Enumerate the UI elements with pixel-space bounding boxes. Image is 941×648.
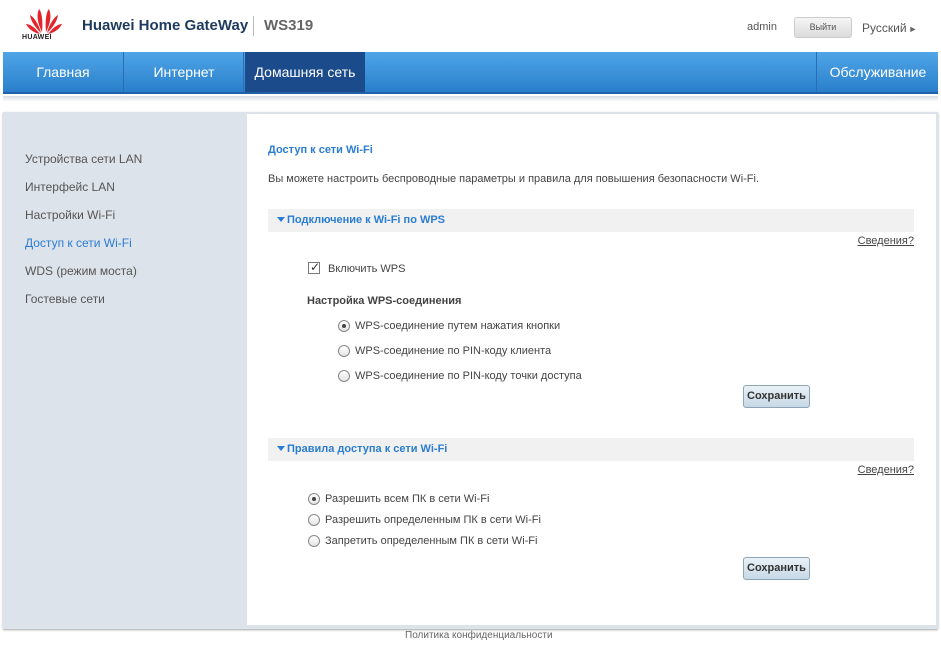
nav-item-internet[interactable]: Интернет (125, 52, 243, 92)
logout-button[interactable]: Выйти (794, 17, 852, 38)
access-section-title: Правила доступа к сети Wi-Fi (287, 443, 448, 455)
main-nav: Главная Интернет Домашняя сеть Обслужива… (3, 52, 938, 94)
nav-divider (816, 52, 817, 92)
wps-section-title: Подключение к Wi-Fi по WPS (287, 214, 446, 226)
wps-option-client-pin-radio[interactable] (338, 345, 350, 357)
nav-shadow (3, 96, 938, 102)
sidebar-item-guest-networks[interactable]: Гостевые сети (25, 292, 105, 306)
enable-wps-checkbox[interactable]: ✓ (308, 260, 321, 274)
access-save-button[interactable]: Сохранить (743, 557, 810, 580)
page-title: Доступ к сети Wi-Fi (268, 144, 373, 156)
sidebar-item-wds[interactable]: WDS (режим моста) (25, 264, 137, 278)
access-details-link[interactable]: Сведения? (858, 464, 914, 476)
wps-option-client-pin-label: WPS-соединение по PIN-коду клиента (355, 345, 552, 357)
wps-option-ap-pin-radio[interactable] (338, 370, 350, 382)
checkmark-icon: ✓ (310, 260, 321, 274)
access-allow-specific-radio[interactable] (308, 514, 320, 526)
wps-option-ap-pin-label: WPS-соединение по PIN-коду точки доступа (355, 370, 582, 382)
wps-section-header[interactable]: Подключение к Wi-Fi по WPS (268, 209, 914, 232)
username: admin (747, 21, 777, 33)
access-allow-specific-label: Разрешить определенным ПК в сети Wi-Fi (325, 514, 541, 526)
access-section-header[interactable]: Правила доступа к сети Wi-Fi (268, 438, 914, 461)
privacy-policy-link[interactable]: Политика конфиденциальности (405, 630, 553, 641)
wps-option-push-button-label: WPS-соединение путем нажатия кнопки (355, 320, 561, 332)
sidebar-item-wifi-access[interactable]: Доступ к сети Wi-Fi (25, 236, 132, 250)
wps-details-link[interactable]: Сведения? (858, 235, 914, 247)
language-label: Русский (862, 21, 907, 35)
nav-divider (243, 52, 244, 92)
logo-text: HUAWEI (22, 34, 52, 41)
nav-item-maintenance[interactable]: Обслуживание (818, 52, 938, 92)
brand-divider (253, 16, 254, 36)
page-description: Вы можете настроить беспроводные парамет… (268, 173, 760, 185)
access-allow-all-label: Разрешить всем ПК в сети Wi-Fi (325, 493, 490, 505)
brand-title: Huawei Home GateWay (82, 17, 249, 34)
main-panel: Доступ к сети Wi-Fi Вы можете настроить … (247, 114, 936, 625)
wps-option-push-button-radio[interactable] (338, 320, 350, 332)
nav-item-home-network[interactable]: Домашняя сеть (245, 52, 365, 92)
wps-settings-heading: Настройка WPS-соединения (307, 295, 462, 307)
access-deny-specific-radio[interactable] (308, 535, 320, 547)
header: HUAWEI Huawei Home GateWay WS319 admin В… (0, 0, 941, 52)
model-name: WS319 (264, 17, 314, 34)
nav-item-home[interactable]: Главная (3, 52, 123, 92)
sidebar-item-lan-devices[interactable]: Устройства сети LAN (25, 152, 142, 166)
collapse-triangle-icon (277, 217, 285, 222)
nav-divider (123, 52, 124, 92)
chevron-right-icon: ► (908, 24, 918, 34)
enable-wps-label: Включить WPS (328, 263, 406, 275)
collapse-triangle-icon (277, 446, 285, 451)
wps-save-button[interactable]: Сохранить (743, 385, 810, 408)
language-selector[interactable]: Русский ► (862, 21, 917, 35)
access-deny-specific-label: Запретить определенным ПК в сети Wi-Fi (325, 535, 538, 547)
sidebar-item-lan-interface[interactable]: Интерфейс LAN (25, 180, 115, 194)
access-allow-all-radio[interactable] (308, 493, 320, 505)
sidebar-item-wifi-settings[interactable]: Настройки Wi-Fi (25, 208, 115, 222)
